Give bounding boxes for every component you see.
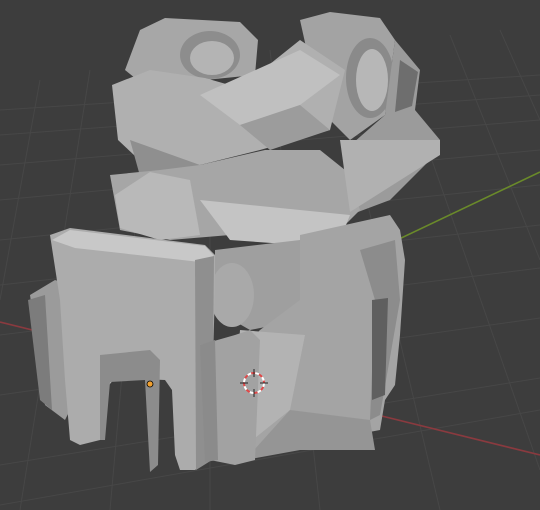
- mesh-object[interactable]: [28, 12, 440, 472]
- object-origin-icon: [146, 380, 154, 388]
- 3d-viewport[interactable]: [0, 0, 540, 510]
